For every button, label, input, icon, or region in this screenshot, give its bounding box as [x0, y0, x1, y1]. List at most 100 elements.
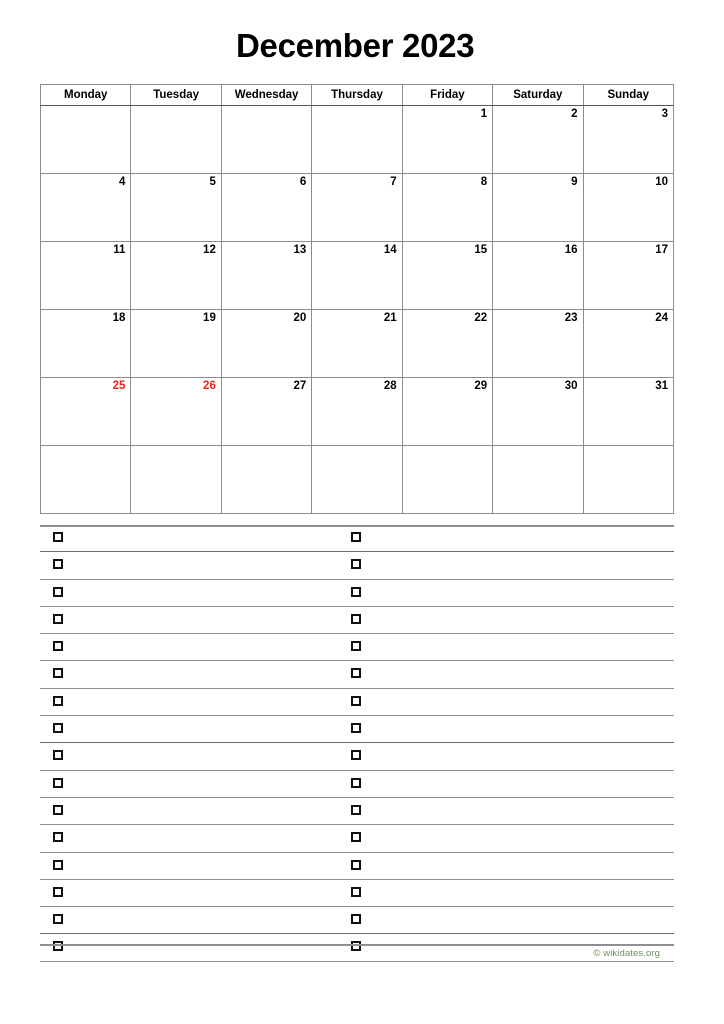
calendar-day-cell[interactable] — [130, 105, 222, 174]
checkbox-icon[interactable] — [53, 668, 63, 679]
calendar-day-cell[interactable] — [220, 105, 313, 174]
checkbox-icon[interactable] — [53, 613, 63, 624]
calendar-day-cell[interactable]: 6 — [220, 173, 313, 242]
note-row[interactable] — [40, 798, 674, 826]
calendar-day-cell[interactable]: 2 — [492, 105, 584, 174]
checkbox-icon[interactable] — [53, 723, 63, 734]
calendar-day-cell[interactable]: 15 — [401, 241, 494, 310]
calendar-day-cell[interactable]: 14 — [311, 241, 403, 310]
checkbox-icon[interactable] — [53, 586, 63, 597]
checkbox-icon[interactable] — [53, 886, 63, 897]
calendar-day-cell[interactable]: 13 — [220, 241, 313, 310]
checkbox-icon[interactable] — [351, 914, 361, 925]
checkbox-icon[interactable] — [351, 668, 361, 679]
checkbox-icon[interactable] — [53, 941, 63, 952]
calendar-day-cell[interactable] — [39, 105, 132, 174]
weekday-header-thursday: Thursday — [311, 84, 403, 106]
calendar-day-cell[interactable]: 9 — [492, 173, 584, 242]
checkbox-icon[interactable] — [351, 941, 361, 952]
calendar-day-cell[interactable] — [401, 445, 494, 514]
calendar-day-cell[interactable]: 12 — [130, 241, 222, 310]
note-row[interactable] — [40, 853, 674, 880]
checkbox-icon[interactable] — [53, 914, 63, 925]
checkbox-icon[interactable] — [53, 695, 63, 706]
weekday-header-monday: Monday — [39, 84, 132, 106]
calendar-day-cell[interactable] — [492, 445, 584, 514]
day-number — [131, 446, 220, 448]
calendar-day-cell[interactable] — [39, 445, 132, 514]
note-row[interactable] — [40, 880, 674, 908]
calendar-day-cell[interactable]: 1 — [401, 105, 494, 174]
calendar-day-cell[interactable]: 27 — [220, 377, 313, 446]
note-row[interactable] — [40, 825, 674, 853]
calendar-day-cell[interactable] — [311, 105, 403, 174]
calendar-day-cell[interactable]: 23 — [492, 309, 584, 378]
checkbox-icon[interactable] — [53, 859, 63, 870]
note-row[interactable] — [40, 934, 674, 962]
calendar-day-cell[interactable]: 11 — [39, 241, 132, 310]
checkbox-icon[interactable] — [53, 532, 63, 542]
calendar-day-cell[interactable]: 4 — [39, 173, 132, 242]
checkbox-icon[interactable] — [53, 750, 63, 761]
calendar-day-cell[interactable]: 17 — [582, 241, 675, 310]
checkbox-icon[interactable] — [53, 804, 63, 815]
checkbox-icon[interactable] — [53, 641, 63, 652]
calendar-grid: Monday Tuesday Wednesday Thursday Friday… — [39, 84, 675, 514]
checkbox-icon[interactable] — [53, 559, 63, 570]
checkbox-icon[interactable] — [351, 750, 361, 761]
calendar-day-cell[interactable]: 25 — [39, 377, 132, 446]
calendar-day-cell[interactable]: 29 — [401, 377, 494, 446]
note-row[interactable] — [40, 607, 674, 635]
day-number: 28 — [383, 380, 397, 392]
day-number — [222, 446, 311, 448]
note-row[interactable] — [40, 661, 674, 689]
calendar-day-cell[interactable] — [220, 445, 313, 514]
calendar-day-cell[interactable]: 19 — [130, 309, 222, 378]
calendar-day-cell[interactable]: 31 — [582, 377, 675, 446]
checkbox-icon[interactable] — [351, 804, 361, 815]
calendar-day-cell[interactable]: 7 — [311, 173, 403, 242]
day-number: 10 — [655, 176, 668, 188]
calendar-day-cell[interactable]: 20 — [220, 309, 313, 378]
calendar-day-cell[interactable]: 10 — [582, 173, 675, 242]
weekday-header-saturday: Saturday — [492, 84, 584, 106]
checkbox-icon[interactable] — [351, 723, 361, 734]
calendar-day-cell[interactable] — [130, 445, 222, 514]
calendar-day-cell[interactable]: 18 — [39, 309, 132, 378]
calendar-day-cell[interactable]: 28 — [311, 377, 403, 446]
checkbox-icon[interactable] — [351, 859, 361, 870]
checkbox-icon[interactable] — [351, 832, 361, 843]
note-row[interactable] — [40, 689, 674, 717]
checkbox-icon[interactable] — [53, 777, 63, 788]
note-row[interactable] — [40, 716, 674, 744]
calendar-day-cell[interactable] — [311, 445, 403, 514]
calendar-day-cell[interactable]: 26 — [130, 377, 222, 446]
checkbox-icon[interactable] — [351, 777, 361, 788]
checkbox-icon[interactable] — [351, 886, 361, 897]
note-row[interactable] — [40, 743, 674, 771]
calendar-day-cell[interactable]: 22 — [401, 309, 494, 378]
note-row[interactable] — [40, 525, 674, 553]
note-row[interactable] — [40, 580, 674, 607]
note-row[interactable] — [40, 634, 674, 662]
calendar-day-cell[interactable]: 21 — [311, 309, 403, 378]
calendar-day-cell[interactable]: 8 — [401, 173, 494, 242]
calendar-day-cell[interactable]: 5 — [130, 173, 222, 242]
checkbox-icon[interactable] — [351, 532, 361, 542]
checkbox-icon[interactable] — [351, 641, 361, 652]
calendar-day-cell[interactable] — [582, 445, 675, 514]
note-row[interactable] — [40, 552, 674, 580]
calendar-day-cell[interactable]: 24 — [582, 309, 675, 378]
calendar-day-cell[interactable]: 3 — [582, 105, 675, 174]
checkbox-icon[interactable] — [351, 586, 361, 597]
note-row[interactable] — [40, 771, 674, 798]
note-row[interactable] — [40, 907, 674, 935]
checkbox-icon[interactable] — [351, 695, 361, 706]
checkbox-icon[interactable] — [351, 613, 361, 624]
checkbox-icon[interactable] — [351, 559, 361, 570]
calendar-day-cell[interactable]: 30 — [492, 377, 584, 446]
day-number — [584, 446, 673, 448]
checkbox-icon[interactable] — [53, 832, 63, 843]
day-number: 1 — [480, 108, 488, 120]
calendar-day-cell[interactable]: 16 — [492, 241, 584, 310]
